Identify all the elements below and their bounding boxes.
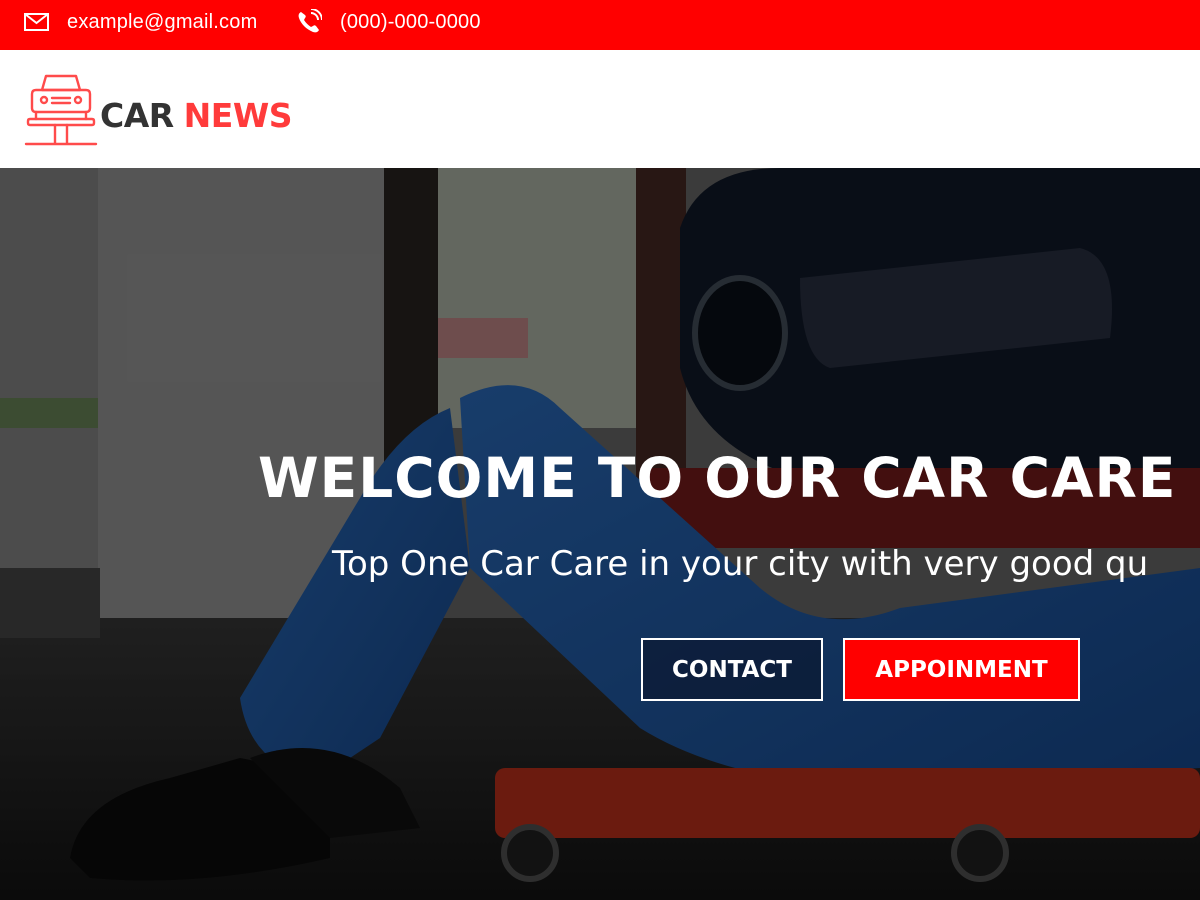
email-text[interactable]: example@gmail.com bbox=[67, 11, 257, 34]
hero-dark-overlay bbox=[0, 168, 1200, 900]
phone-ringing-icon bbox=[296, 9, 322, 35]
logo-wordmark: CAR NEWS bbox=[100, 95, 293, 135]
site-header: CAR NEWS bbox=[0, 50, 1200, 168]
phone-text[interactable]: (000)-000-0000 bbox=[340, 11, 481, 34]
appointment-button[interactable]: APPOINMENT bbox=[843, 638, 1080, 701]
logo-word-news: NEWS bbox=[183, 95, 293, 135]
car-lift-icon bbox=[24, 72, 98, 152]
hero-subtitle: Top One Car Care in your city with very … bbox=[332, 544, 1149, 584]
envelope-icon bbox=[24, 13, 49, 31]
top-bar: example@gmail.com (000)-000-0000 bbox=[0, 0, 1200, 50]
phone-contact[interactable]: (000)-000-0000 bbox=[296, 0, 481, 44]
hero-banner: WELCOME TO OUR CAR CARE I Top One Car Ca… bbox=[0, 168, 1200, 900]
hero-title: WELCOME TO OUR CAR CARE I bbox=[258, 446, 1200, 510]
logo[interactable]: CAR NEWS bbox=[24, 72, 293, 152]
email-contact[interactable]: example@gmail.com bbox=[24, 0, 257, 44]
logo-word-car: CAR bbox=[100, 95, 174, 135]
contact-button[interactable]: CONTACT bbox=[641, 638, 823, 701]
